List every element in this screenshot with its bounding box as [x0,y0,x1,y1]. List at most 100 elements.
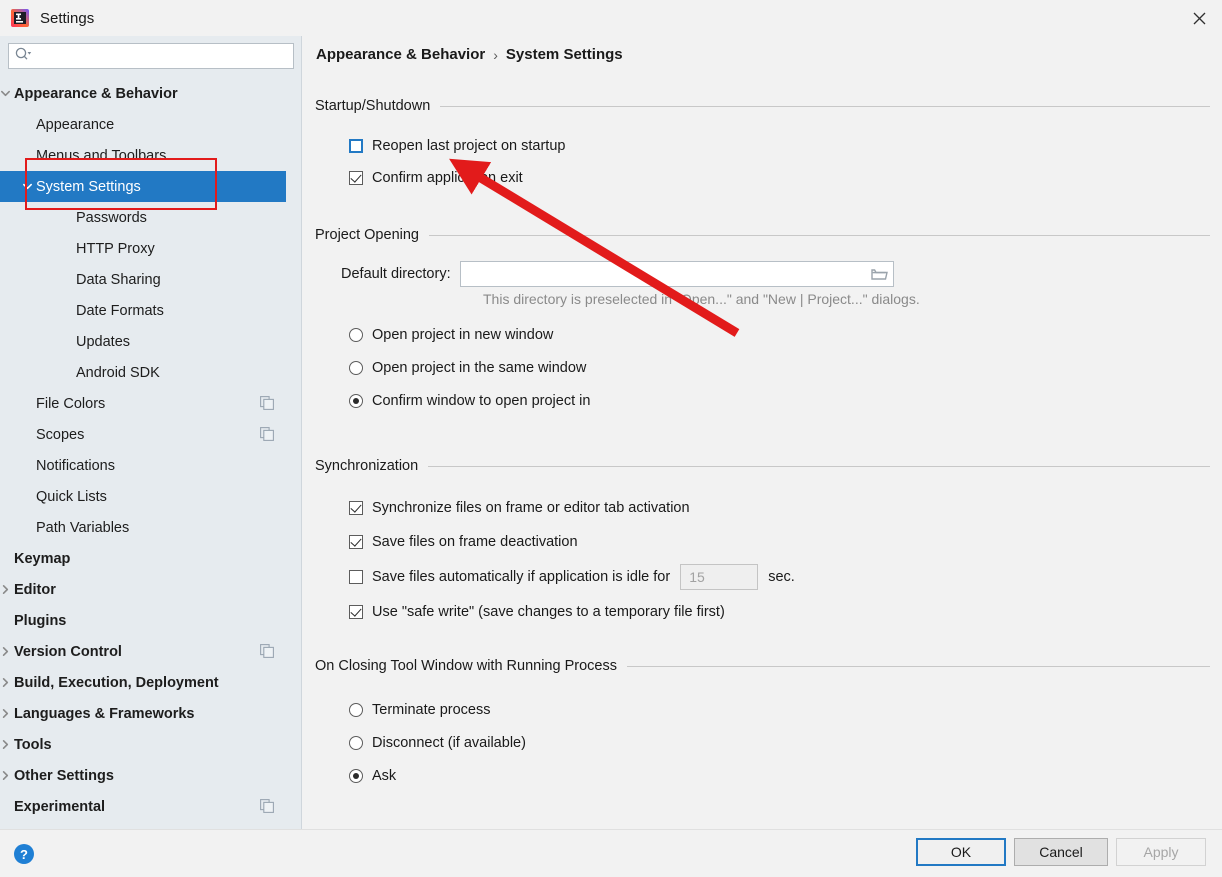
sidebar-item-editor[interactable]: Editor [0,574,286,605]
chevron-down-icon[interactable] [18,171,36,202]
closing-tool-window-radio-ask[interactable] [349,769,363,783]
project-opening-radio-open-project-in-new-window[interactable] [349,328,363,342]
sidebar-item-label: HTTP Proxy [76,241,286,257]
sidebar-item-updates[interactable]: Updates [0,326,286,357]
project-opening-row-1[interactable]: Open project in the same window [315,351,1210,384]
sidebar-item-quick-lists[interactable]: Quick Lists [0,481,286,512]
sidebar-item-label: Appearance & Behavior [14,86,286,102]
section-startup-shutdown: Startup/Shutdown Reopen last project on … [315,98,1210,192]
closing-tool-window-radio-disconnect-if-available[interactable] [349,736,363,750]
help-icon[interactable]: ? [12,842,36,866]
tree-twisty-spacer [18,140,36,171]
checkbox-row-confirm-exit[interactable]: Confirm application exit [315,164,1210,192]
closing-tool-window-row-2[interactable]: Ask [315,759,1210,792]
sidebar-item-data-sharing[interactable]: Data Sharing [0,264,286,295]
sidebar-item-system-settings[interactable]: System Settings [0,171,286,202]
sidebar-item-other-settings[interactable]: Other Settings [0,760,286,791]
default-directory-field[interactable] [460,261,894,287]
sidebar-item-label: Date Formats [76,303,286,319]
breadcrumb-parent[interactable]: Appearance & Behavior [316,46,485,63]
default-directory-input[interactable] [461,263,867,285]
confirm-application-exit-checkbox[interactable] [349,171,363,185]
section-label: Synchronization [315,458,418,474]
use-safe-write-label: Use "safe write" (save changes to a temp… [372,604,725,620]
apply-button: Apply [1116,838,1206,866]
save-files-automatically-checkbox[interactable] [349,570,363,584]
close-icon[interactable] [1176,0,1222,36]
sidebar-item-menus-and-toolbars[interactable]: Menus and Toolbars [0,140,286,171]
confirm-application-exit-label: Confirm application exit [372,170,523,186]
reopen-last-project-checkbox[interactable] [349,139,363,153]
sidebar-item-scopes[interactable]: Scopes [0,419,286,450]
checkbox-row-sync-on-activation[interactable]: Synchronize files on frame or editor tab… [315,494,1210,522]
copy-settings-icon[interactable] [260,644,274,658]
tree-twisty-spacer [58,233,76,264]
sidebar-item-file-colors[interactable]: File Colors [0,388,286,419]
sidebar-item-date-formats[interactable]: Date Formats [0,295,286,326]
sidebar-item-label: Notifications [36,458,286,474]
chevron-down-icon[interactable] [0,78,14,109]
sidebar-item-path-variables[interactable]: Path Variables [0,512,286,543]
sidebar-item-notifications[interactable]: Notifications [0,450,286,481]
closing-tool-window-label: Ask [372,768,396,784]
closing-tool-window-label: Disconnect (if available) [372,735,526,751]
sidebar-item-plugins[interactable]: Plugins [0,605,286,636]
project-opening-radio-confirm-window-to-open-project-in[interactable] [349,394,363,408]
sidebar-item-android-sdk[interactable]: Android SDK [0,357,286,388]
copy-settings-icon[interactable] [260,427,274,441]
ok-button[interactable]: OK [916,838,1006,866]
folder-icon[interactable] [867,262,893,286]
sidebar-item-tools[interactable]: Tools [0,729,286,760]
sidebar-item-languages-frameworks[interactable]: Languages & Frameworks [0,698,286,729]
synchronize-files-on-activation-checkbox[interactable] [349,501,363,515]
chevron-right-icon[interactable] [0,698,14,729]
default-directory-hint: This directory is preselected in "Open..… [483,291,920,307]
use-safe-write-checkbox[interactable] [349,605,363,619]
section-project-opening: Project Opening Default directory: Thi [315,227,1210,417]
settings-tree: Appearance & Behavior AppearanceMenus and… [0,78,286,829]
cancel-button[interactable]: Cancel [1014,838,1108,866]
save-files-on-deactivation-checkbox[interactable] [349,535,363,549]
chevron-right-icon[interactable] [0,667,14,698]
tree-twisty-spacer [18,450,36,481]
closing-tool-window-radio-terminate-process[interactable] [349,703,363,717]
sidebar-item-appearance[interactable]: Appearance [0,109,286,140]
sidebar-item-keymap[interactable]: Keymap [0,543,286,574]
breadcrumb-separator-icon: › [493,47,498,63]
reopen-last-project-label: Reopen last project on startup [372,138,565,154]
copy-settings-icon[interactable] [260,396,274,410]
chevron-right-icon[interactable] [0,636,14,667]
section-title-synchronization: Synchronization [315,458,1210,474]
project-opening-row-0[interactable]: Open project in new window [315,318,1210,351]
closing-tool-window-row-0[interactable]: Terminate process [315,693,1210,726]
project-opening-row-2[interactable]: Confirm window to open project in [315,384,1210,417]
checkbox-row-reopen-last-project[interactable]: Reopen last project on startup [315,132,1210,160]
tree-twisty-spacer [18,388,36,419]
idle-seconds-field[interactable] [680,564,758,590]
sidebar-item-experimental[interactable]: Experimental [0,791,286,822]
sidebar-item-http-proxy[interactable]: HTTP Proxy [0,233,286,264]
section-label: On Closing Tool Window with Running Proc… [315,658,617,674]
checkbox-row-save-on-deactivation[interactable]: Save files on frame deactivation [315,528,1210,556]
project-opening-label: Open project in the same window [372,360,586,376]
copy-settings-icon[interactable] [260,799,274,813]
sidebar-item-appearance-behavior[interactable]: Appearance & Behavior [0,78,286,109]
chevron-right-icon[interactable] [0,729,14,760]
checkbox-row-autosave-idle[interactable]: Save files automatically if application … [315,562,1210,592]
save-files-on-deactivation-label: Save files on frame deactivation [372,534,578,550]
search-input[interactable] [32,45,293,67]
closing-tool-window-row-1[interactable]: Disconnect (if available) [315,726,1210,759]
project-opening-radio-open-project-in-the-same-window[interactable] [349,361,363,375]
chevron-right-icon[interactable] [0,574,14,605]
section-synchronization: Synchronization Synchronize files on fra… [315,458,1210,626]
chevron-right-icon[interactable] [0,760,14,791]
sidebar-item-version-control[interactable]: Version Control [0,636,286,667]
search-box[interactable] [8,43,294,69]
checkbox-row-safe-write[interactable]: Use "safe write" (save changes to a temp… [315,598,1210,626]
tree-twisty-spacer [18,419,36,450]
tree-twisty-spacer [58,357,76,388]
sidebar-item-build-execution-deployment[interactable]: Build, Execution, Deployment [0,667,286,698]
section-title-startup-shutdown: Startup/Shutdown [315,98,1210,114]
sidebar-item-label: Data Sharing [76,272,286,288]
sidebar-item-passwords[interactable]: Passwords [0,202,286,233]
